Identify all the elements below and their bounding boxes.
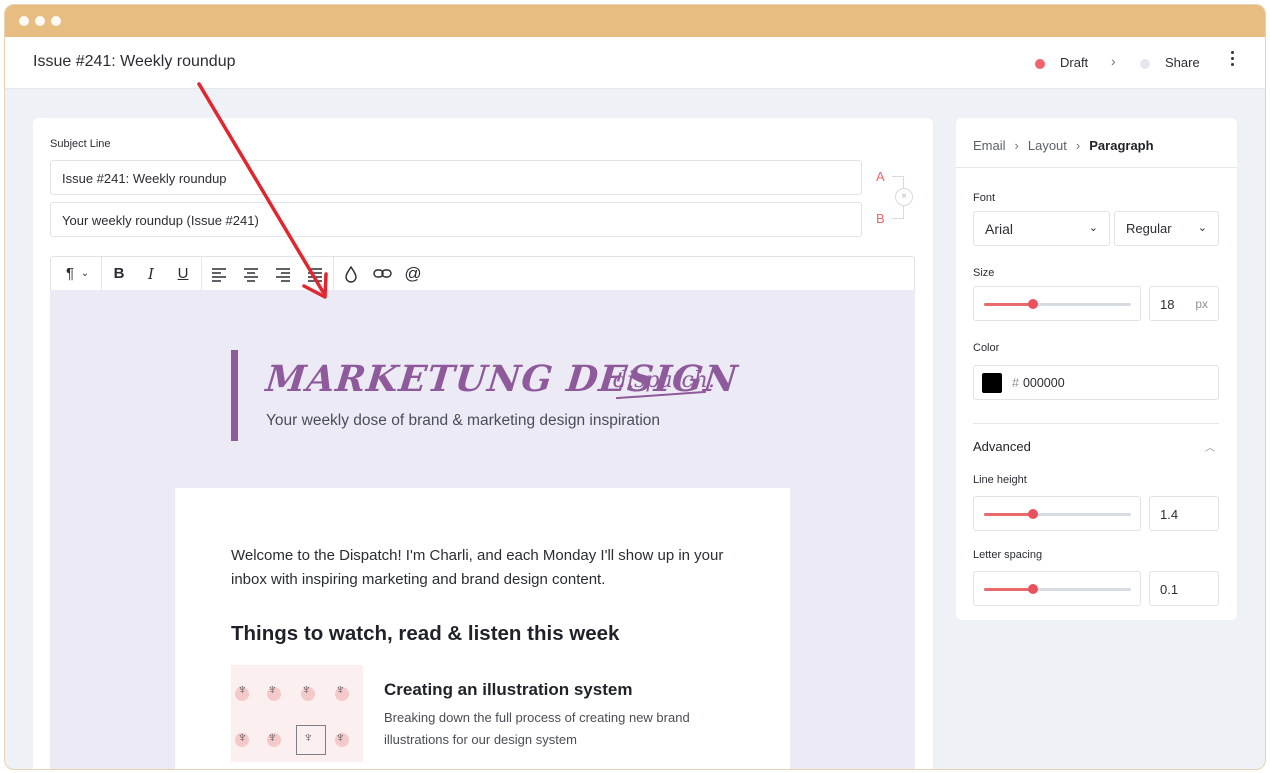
toolbar-divider [101,257,102,290]
letter-spacing-input[interactable]: 0.1 [1149,571,1219,606]
paragraph-icon[interactable]: ¶ [59,264,81,284]
color-hex-value: 000000 [1022,376,1065,390]
app-window: Issue #241: Weekly roundup Draft › Share… [4,4,1266,770]
email-editor: Subject Line Issue #241: Weekly roundup … [33,118,933,769]
share-status-link[interactable]: Share [1165,55,1200,70]
align-right-icon[interactable] [275,266,291,286]
subject-line-label: Subject Line [50,138,111,150]
article-thumbnail[interactable]: ♆ ♆ ♆ ♆ ♆ ♆ ♆ ♆ [231,665,363,762]
size-label: Size [973,267,995,279]
slider-handle[interactable] [1027,299,1038,309]
hex-hash: # [1012,376,1019,390]
font-weight-select[interactable]: Regular ⌄ [1114,211,1219,246]
line-height-label: Line height [973,474,1027,486]
breadcrumb-paragraph: Paragraph [1089,138,1154,153]
advanced-section-toggle[interactable]: Advanced [973,439,1031,454]
align-center-icon[interactable] [243,266,259,286]
ab-connector [903,206,904,218]
chevron-right-icon: › [1014,138,1019,153]
size-value: 18 [1160,297,1175,312]
slider-handle[interactable] [1027,509,1038,519]
share-status-dot-icon [1140,59,1150,69]
article-title[interactable]: Creating an illustration system [384,680,632,700]
subject-variant-a-input[interactable]: Issue #241: Weekly roundup [50,160,862,195]
chevron-right-icon: › [1075,138,1081,153]
bold-icon[interactable]: B [111,264,127,284]
variant-a-tag: A [876,169,885,184]
brand-logo-script: dispatch. [613,368,715,393]
more-options-icon[interactable] [1229,51,1235,69]
breadcrumb-email[interactable]: Email [973,138,1006,153]
top-header: Issue #241: Weekly roundup Draft › Share [5,37,1265,89]
font-weight-value: Regular [1126,221,1172,236]
window-titlebar [5,5,1265,37]
remove-ab-test-icon[interactable]: × [895,188,913,206]
email-tagline[interactable]: Your weekly dose of brand & marketing de… [266,412,660,430]
article-description[interactable]: Breaking down the full process of creati… [384,707,714,751]
align-left-icon[interactable] [211,266,227,286]
color-input[interactable]: #000000 [973,365,1219,400]
letter-spacing-label: Letter spacing [973,549,1043,561]
draft-status-dot-icon [1035,59,1045,69]
email-preview-canvas[interactable]: MARKETUNG DESIGN dispatch. Your weekly d… [50,290,915,769]
subject-variant-b-input[interactable]: Your weekly roundup (Issue #241) [50,202,862,237]
email-body-card: Welcome to the Dispatch! I'm Charli, and… [175,488,790,769]
properties-panel: Email › Layout › Paragraph Font Arial ⌄ Regu… [956,118,1237,620]
ab-connector [903,176,904,188]
breadcrumb-layout[interactable]: Layout [1028,138,1067,153]
color-drop-icon[interactable] [343,265,359,285]
breadcrumb: Email › Layout › Paragraph [973,138,1154,153]
formatting-toolbar: ¶ ⌄ B I U @ [50,256,915,291]
color-swatch[interactable] [982,373,1002,393]
window-dot-icon[interactable] [51,16,61,26]
mention-icon[interactable]: @ [403,264,423,284]
welcome-paragraph[interactable]: Welcome to the Dispatch! I'm Charli, and… [231,544,751,592]
ab-connector [892,218,904,219]
chevron-down-icon[interactable]: ⌄ [79,264,91,284]
letter-spacing-value: 0.1 [1160,582,1179,597]
panel-divider [973,423,1219,424]
size-unit: px [1195,297,1208,311]
align-justify-icon[interactable] [307,266,323,286]
italic-icon[interactable]: I [143,264,159,284]
page-title: Issue #241: Weekly roundup [33,53,236,70]
window-dot-icon[interactable] [19,16,29,26]
line-height-slider[interactable] [973,496,1141,531]
line-height-input[interactable]: 1.4 [1149,496,1219,531]
variant-b-tag: B [876,211,885,226]
underline-icon[interactable]: U [175,264,191,284]
window-dot-icon[interactable] [35,16,45,26]
draft-status-link[interactable]: Draft [1060,55,1088,70]
link-icon[interactable] [373,266,393,286]
chevron-down-icon: ⌄ [1197,222,1207,234]
toolbar-divider [333,257,334,290]
chevron-up-icon[interactable]: ︿ [1205,439,1215,454]
color-label: Color [973,342,1000,354]
line-height-value: 1.4 [1160,507,1179,522]
section-heading[interactable]: Things to watch, read & listen this week [231,622,619,646]
chevron-down-icon: ⌄ [1088,222,1098,234]
slider-handle[interactable] [1027,584,1038,594]
font-label: Font [973,192,996,204]
brand-accent-bar [231,350,238,441]
panel-divider [956,167,1237,168]
font-family-value: Arial [985,221,1014,237]
chevron-right-icon: › [1111,53,1116,69]
size-slider[interactable] [973,286,1141,321]
toolbar-divider [201,257,202,290]
font-family-select[interactable]: Arial ⌄ [973,211,1110,246]
size-input[interactable]: 18 px [1149,286,1219,321]
letter-spacing-slider[interactable] [973,571,1141,606]
